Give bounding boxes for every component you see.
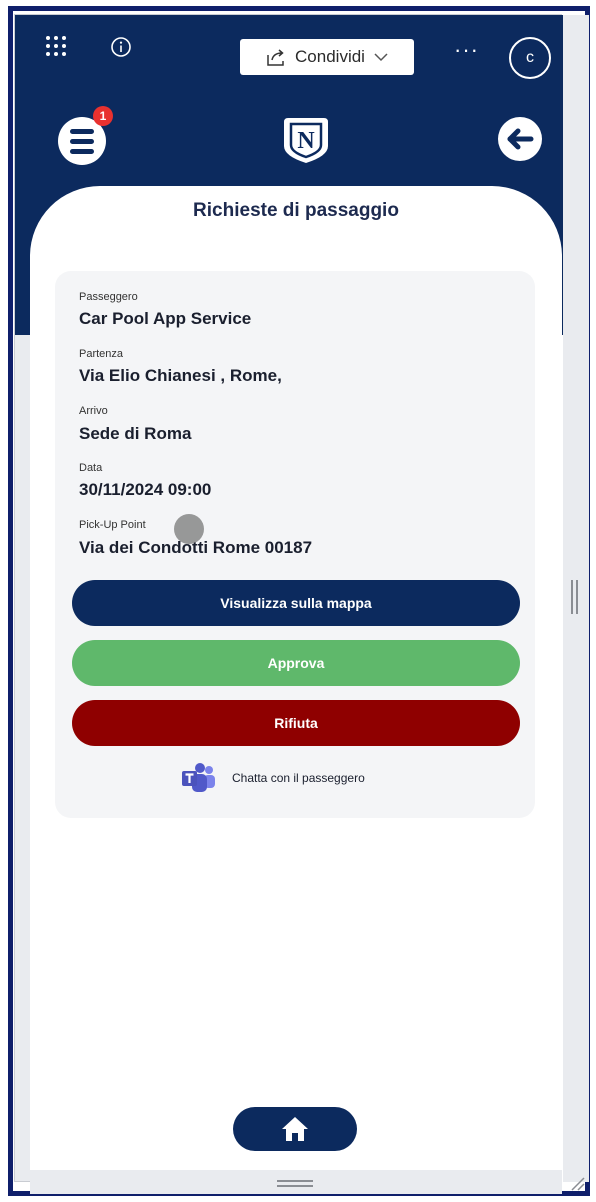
menu-icon-bar <box>70 128 94 134</box>
page-title: Richieste di passaggio <box>193 200 399 221</box>
view-on-map-button[interactable]: Visualizza sulla mappa <box>72 580 520 626</box>
more-icon[interactable]: ··· <box>454 39 479 61</box>
departure-label: Partenza <box>79 348 124 360</box>
apps-grid-icon[interactable] <box>44 34 68 58</box>
info-icon[interactable] <box>110 36 132 58</box>
share-button[interactable]: Condividi <box>240 39 414 75</box>
passenger-label: Passeggero <box>79 291 138 303</box>
grip-line <box>277 1180 313 1182</box>
menu-icon-bar <box>70 148 94 154</box>
share-label: Condividi <box>295 47 365 66</box>
menu-icon-bar <box>70 138 94 144</box>
passenger-value: Car Pool App Service <box>79 309 252 328</box>
avatar[interactable]: c <box>509 37 551 79</box>
chevron-down-icon <box>374 53 388 62</box>
resize-corner-icon[interactable] <box>566 1172 586 1192</box>
date-label: Data <box>79 462 103 474</box>
pickup-point-label: Pick-Up Point <box>79 519 146 531</box>
grip-line <box>571 580 573 614</box>
grip-line <box>277 1185 313 1187</box>
departure-value: Via Elio Chianesi , Rome, <box>79 366 282 385</box>
touch-indicator <box>174 514 204 544</box>
back-button[interactable] <box>498 117 542 161</box>
chat-with-passenger-link[interactable]: Chatta con il passeggero <box>180 762 365 794</box>
resize-handle-horizontal[interactable] <box>277 1180 313 1188</box>
logo-icon: N <box>284 118 328 163</box>
reject-button[interactable]: Rifiuta <box>72 700 520 746</box>
teams-icon <box>182 763 215 792</box>
grip-line <box>576 580 578 614</box>
arrival-label: Arrivo <box>79 405 108 417</box>
notification-badge: 1 <box>93 106 113 126</box>
logo-letter: N <box>297 128 315 154</box>
approve-button[interactable]: Approva <box>72 640 520 686</box>
date-value: 30/11/2024 09:00 <box>79 480 212 499</box>
arrival-value: Sede di Roma <box>79 424 192 443</box>
home-button[interactable] <box>233 1107 357 1151</box>
resize-handle-vertical[interactable] <box>571 580 579 614</box>
chat-label: Chatta con il passeggero <box>232 771 365 785</box>
back-arrow-icon <box>507 128 534 150</box>
home-icon <box>282 1117 308 1141</box>
share-icon <box>267 49 284 66</box>
